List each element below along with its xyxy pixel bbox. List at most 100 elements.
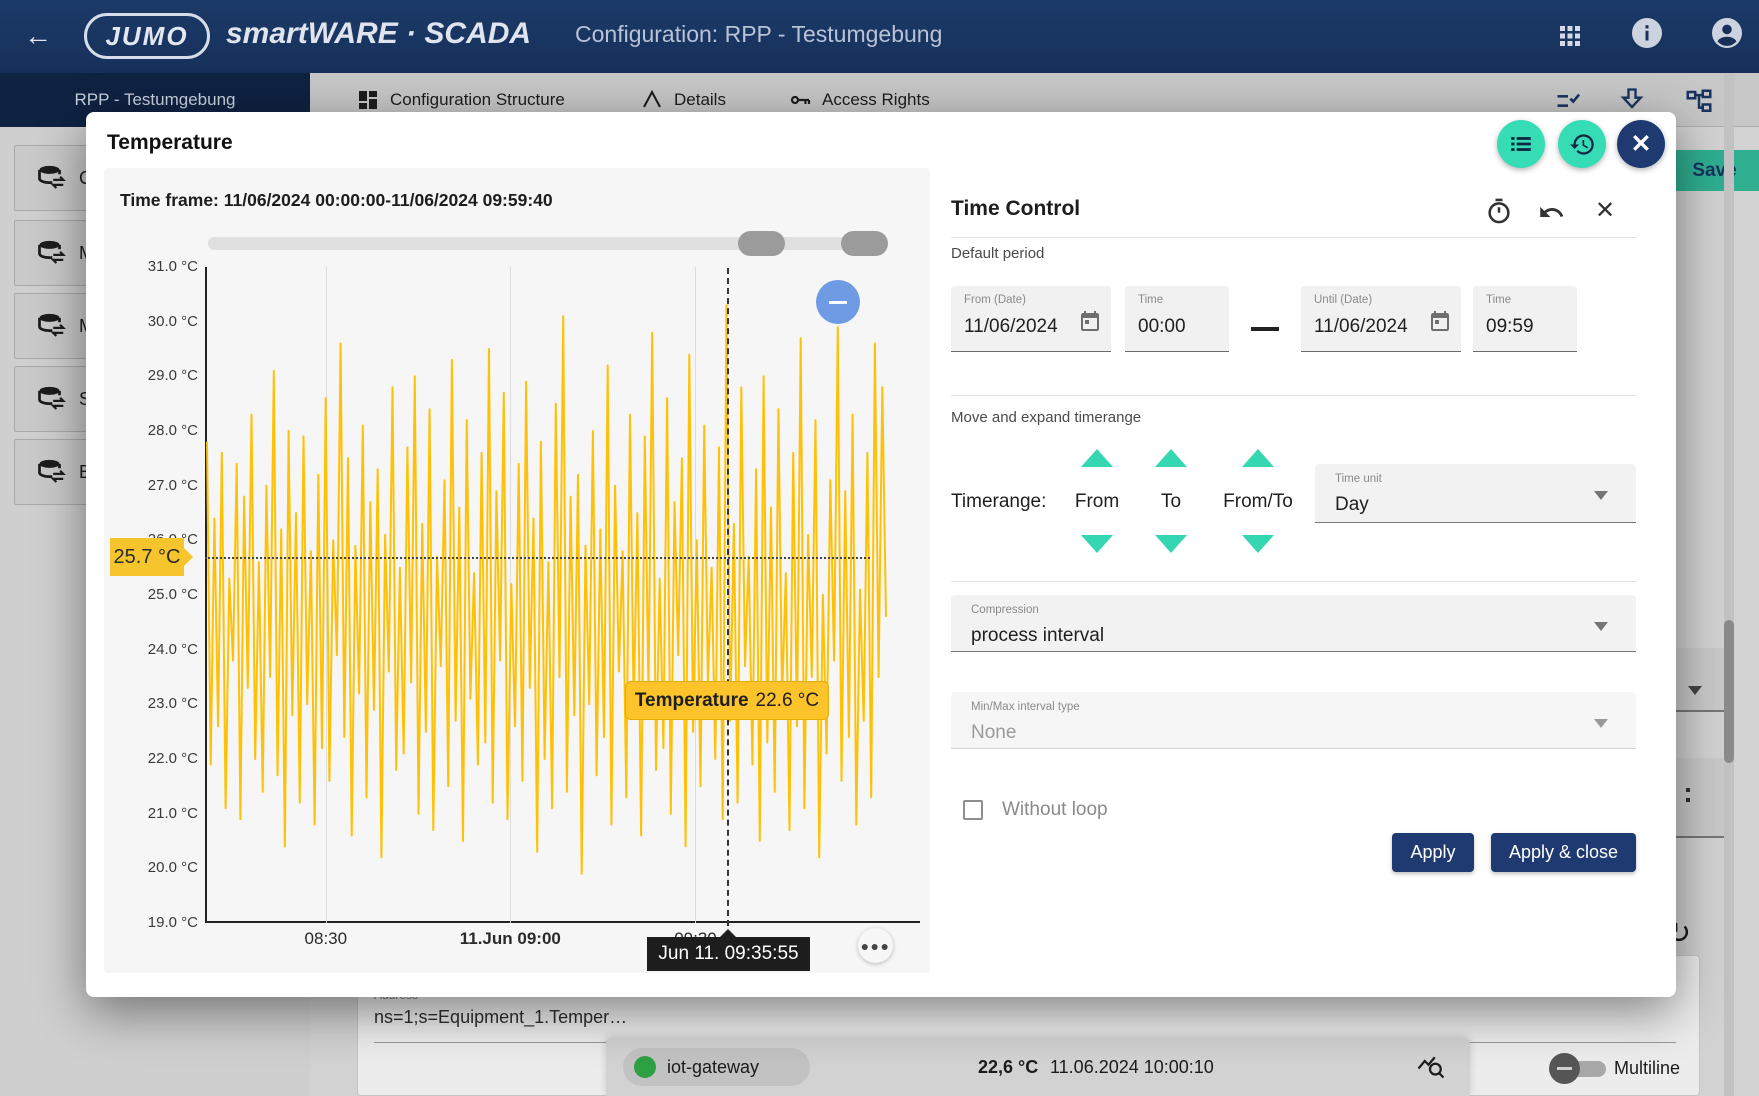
address-field-value[interactable]: ns=1;s=Equipment_1.Temperature: [374, 1007, 632, 1028]
gateway-status-panel: iot-gateway 22,6 °C 11.06.2024 10:00:10: [606, 1038, 1470, 1096]
calendar-icon[interactable]: [1428, 310, 1452, 334]
without-loop-label: Without loop: [1002, 799, 1108, 821]
field-value: 11/06/2024: [964, 316, 1066, 338]
cursor-time-tooltip: Jun 11. 09:35:55: [647, 937, 810, 971]
temperature-dialog: Temperature ✕ Time frame: 11/06/2024 00:…: [86, 112, 1676, 997]
app-bar: ← JUMO smartWARE · SCADA Configuration: …: [0, 0, 1759, 73]
period-dash: [1251, 327, 1279, 331]
account-tree-icon[interactable]: [1684, 87, 1714, 117]
database-sync-icon: [37, 163, 67, 193]
history-icon: [1569, 131, 1596, 158]
timer-icon[interactable]: [1485, 197, 1513, 225]
save-button[interactable]: Save: [1662, 150, 1759, 191]
divider: [951, 581, 1636, 582]
field-label: From (Date): [964, 294, 1026, 306]
from-time-field[interactable]: Time 00:00: [1125, 286, 1229, 352]
select-value: None: [971, 722, 1016, 744]
without-loop-checkbox[interactable]: [963, 800, 983, 820]
y-marker-dotted-line: [205, 557, 870, 559]
y-tick-label: 24.0 °C: [104, 641, 198, 658]
time-frame-text: Time frame: 11/06/2024 00:00:00-11/06/20…: [120, 190, 553, 211]
jumo-logo-text: JUMO: [105, 21, 188, 52]
key-icon: [788, 88, 812, 112]
y-tick-label: 27.0 °C: [104, 477, 198, 494]
history-button[interactable]: [1558, 120, 1606, 168]
timerange-fromto-down-button[interactable]: [1242, 535, 1274, 553]
compression-select[interactable]: Compression process interval: [951, 595, 1636, 652]
y-tick-label: 23.0 °C: [104, 695, 198, 712]
sidebar-title: RPP - Testumgebung: [0, 90, 310, 110]
y-tick-label: 31.0 °C: [104, 258, 198, 275]
dots-decoration: [1686, 788, 1690, 792]
y-marker-value: 25.7 °C: [114, 546, 181, 569]
y-tick-label: 22.0 °C: [104, 750, 198, 767]
minmax-interval-select[interactable]: Min/Max interval type None: [951, 692, 1636, 749]
divider: [951, 237, 1636, 238]
dots-decoration: [1686, 798, 1690, 802]
list-view-button[interactable]: [1497, 120, 1545, 168]
close-time-control-icon[interactable]: ✕: [1595, 196, 1615, 225]
gateway-value: 22,6 °C: [978, 1057, 1038, 1078]
database-sync-icon: [37, 311, 67, 341]
cursor-crosshair-line: [727, 268, 729, 936]
y-tick-label: 28.0 °C: [104, 422, 198, 439]
until-date-field[interactable]: Until (Date) 11/06/2024: [1301, 286, 1461, 352]
select-label: Compression: [971, 604, 1039, 616]
timerange-to-down-button[interactable]: [1155, 535, 1187, 553]
y-axis-marker-tag[interactable]: 25.7 °C: [110, 538, 184, 576]
page-scrollbar-track[interactable]: [1724, 73, 1734, 1096]
apps-grid-icon[interactable]: [1555, 21, 1585, 51]
select-label: Time unit: [1335, 473, 1382, 485]
download-icon[interactable]: [1618, 86, 1646, 114]
multiline-toggle-knob[interactable]: [1549, 1053, 1580, 1084]
trend-search-icon[interactable]: [1416, 1051, 1446, 1081]
dialog-title: Temperature: [107, 131, 233, 155]
database-sync-icon: [37, 384, 67, 414]
timerange-from-up-button[interactable]: [1081, 449, 1113, 467]
close-dialog-button[interactable]: ✕: [1617, 120, 1665, 168]
rule-checklist-icon[interactable]: [1554, 87, 1582, 115]
page-title: Configuration: RPP - Testumgebung: [575, 21, 942, 48]
calendar-icon[interactable]: [1078, 310, 1102, 334]
background-field-stub: [1676, 758, 1724, 838]
back-icon[interactable]: ←: [24, 20, 52, 52]
range-slider-handle-right[interactable]: [841, 231, 888, 256]
y-tick-label: 29.0 °C: [104, 367, 198, 384]
product-name: smartWARE · SCADA: [226, 17, 531, 51]
x-tick-label: 11.Jun 09:00: [460, 929, 561, 949]
database-sync-icon: [37, 457, 67, 487]
from-date-field[interactable]: From (Date) 11/06/2024: [951, 286, 1111, 352]
dropdown-arrow-icon: [1594, 622, 1608, 631]
timerange-from-down-button[interactable]: [1081, 535, 1113, 553]
dropdown-arrow-icon: [1594, 491, 1608, 500]
temperature-line-series: [205, 267, 920, 923]
divider: [951, 395, 1636, 396]
background-field-stub: [1676, 648, 1724, 712]
undo-icon[interactable]: [1538, 199, 1565, 226]
page-scrollbar-thumb[interactable]: [1724, 620, 1734, 763]
apply-button[interactable]: Apply: [1392, 833, 1474, 872]
until-time-field[interactable]: Time 09:59: [1473, 286, 1577, 352]
tooltip-value: 22.6 °C: [756, 690, 820, 712]
account-icon[interactable]: [1709, 15, 1745, 51]
range-slider-handle-left[interactable]: [738, 231, 785, 256]
apply-close-button-label: Apply & close: [1509, 842, 1618, 863]
timerange-label: Timerange:: [951, 491, 1046, 513]
time-unit-select[interactable]: Time unit Day: [1315, 464, 1636, 523]
chevron-down-icon: [1688, 686, 1702, 695]
multiline-toggle-label: Multiline: [1614, 1058, 1680, 1079]
tab-label: Access Rights: [822, 90, 930, 110]
y-tick-label: 19.0 °C: [104, 914, 198, 931]
apply-close-button[interactable]: Apply & close: [1491, 833, 1636, 872]
tab-label: Configuration Structure: [390, 90, 565, 110]
x-tick-label: 08:30: [305, 929, 348, 949]
info-icon[interactable]: [1629, 15, 1665, 51]
chart-more-options-button[interactable]: ●●●: [858, 928, 893, 963]
time-control-title: Time Control: [951, 197, 1080, 221]
timerange-option-from: From: [1075, 491, 1119, 513]
timerange-to-up-button[interactable]: [1155, 449, 1187, 467]
field-value: 11/06/2024: [1314, 316, 1416, 338]
zoom-out-button[interactable]: [816, 280, 860, 324]
gateway-pill[interactable]: iot-gateway: [623, 1048, 810, 1086]
timerange-fromto-up-button[interactable]: [1242, 449, 1274, 467]
